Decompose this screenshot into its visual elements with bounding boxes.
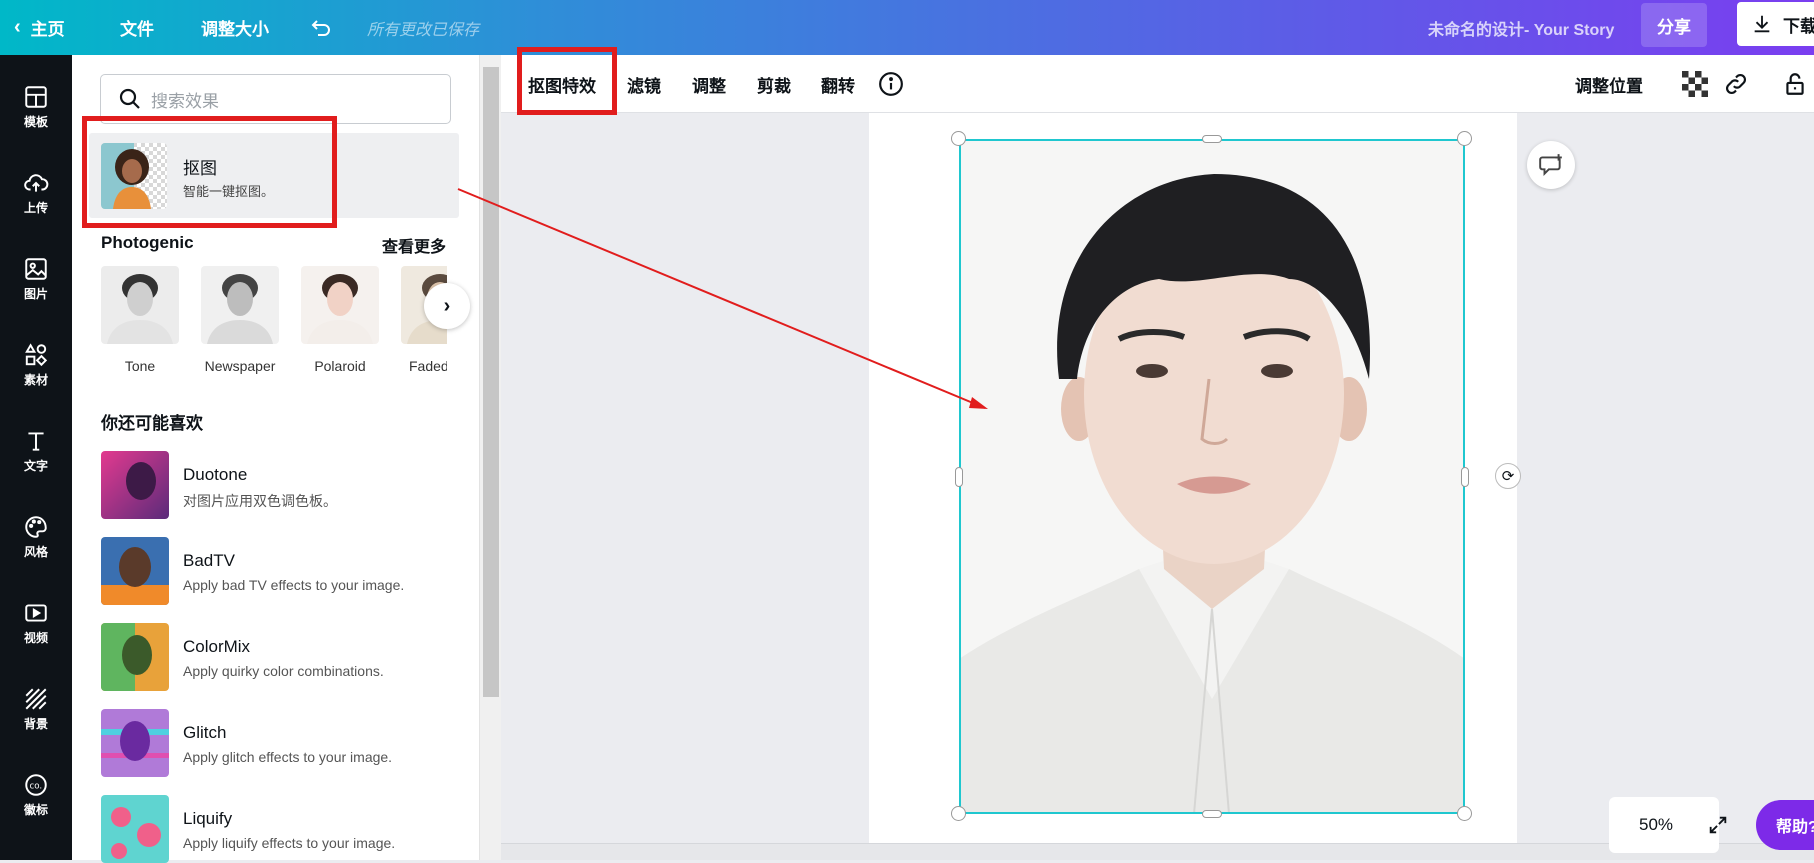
annotation-arrow	[457, 188, 988, 409]
fullscreen-icon[interactable]	[1707, 814, 1729, 836]
help-button[interactable]: 帮助?	[1756, 800, 1814, 850]
zoom-control[interactable]: 50%	[1609, 797, 1727, 853]
